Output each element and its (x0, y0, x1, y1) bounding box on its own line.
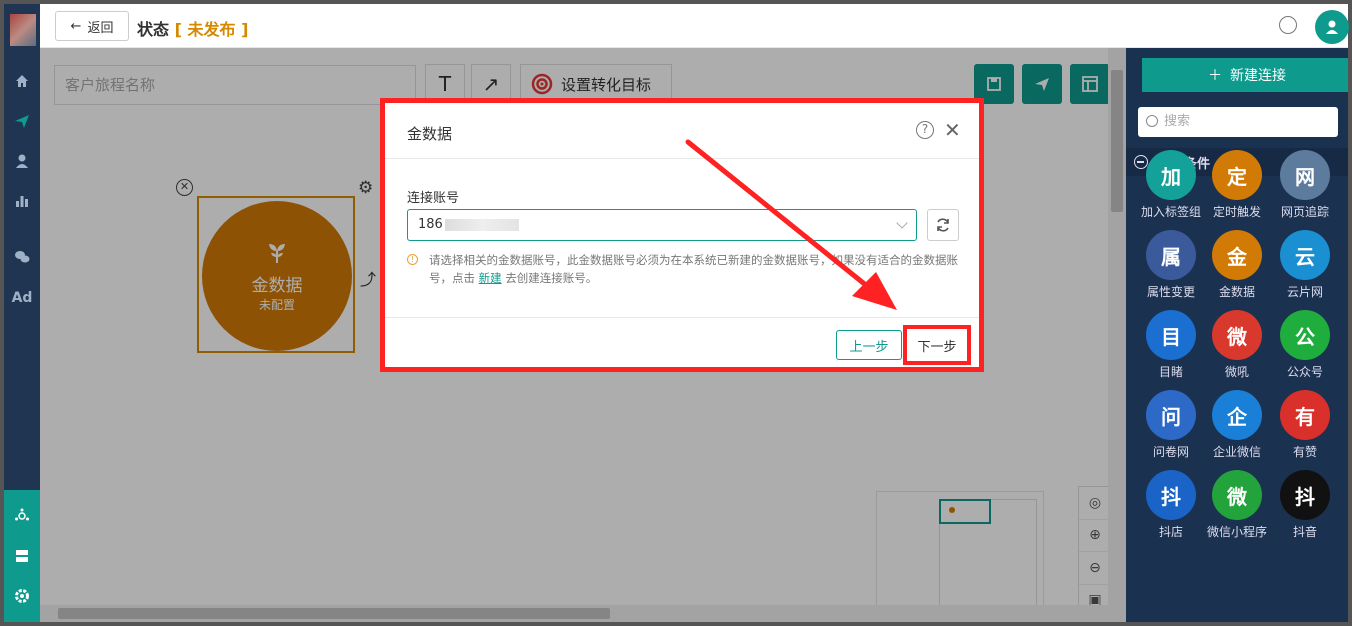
trigger-tile-label: 云片网 (1286, 285, 1323, 299)
prev-step-button[interactable]: 上一步 (836, 330, 902, 360)
trigger-tile-label: 问卷网 (1152, 445, 1189, 459)
top-bar: ← 返回 状态 [ 未发布 ] (40, 4, 1349, 48)
account-tip: ! 请选择相关的金数据账号，此金数据账号必须为在本系统已新建的金数据账号，如果没… (407, 251, 967, 287)
send-icon[interactable] (4, 106, 40, 136)
next-step-button[interactable]: 下一步 (911, 333, 963, 357)
edit-icon: 属 (1146, 230, 1196, 280)
trigger-tile-label: 抖音 (1292, 525, 1317, 539)
user-plus-icon: 加 (1146, 150, 1196, 200)
back-button[interactable]: ← 返回 (55, 11, 129, 41)
left-nav: Ad (4, 4, 40, 622)
clock-icon: 定 (1212, 150, 1262, 200)
account-value-redacted (444, 218, 519, 231)
trigger-tile-label: 属性变更 (1146, 285, 1195, 299)
page-title: 状态 [ 未发布 ] (137, 16, 248, 40)
new-connection-label: 新建连接 (1230, 68, 1286, 84)
trigger-tile[interactable]: 微微吼 (1202, 310, 1272, 380)
trigger-tile[interactable]: 目目睹 (1136, 310, 1206, 380)
search-icon (1146, 115, 1158, 127)
account-select[interactable]: 186 (407, 209, 917, 241)
wecom-icon: 企 (1212, 390, 1262, 440)
trigger-tile[interactable]: 金金数据 (1202, 230, 1272, 300)
trigger-tile[interactable]: 定定时触发 (1202, 150, 1272, 220)
trigger-tile-label: 企业微信 (1212, 445, 1261, 459)
weihou-icon: 微 (1212, 310, 1262, 360)
trigger-tile-label: 微信小程序 (1206, 525, 1267, 539)
create-link[interactable]: 新建 (479, 271, 502, 285)
trigger-tile-label: 公众号 (1286, 365, 1323, 379)
trigger-tile-label: 目睹 (1158, 365, 1183, 379)
jinshuju-dialog: 金数据 ? ✕ 连接账号 186 ! 请选择相关的金数据账号，此金数据账号必须为… (385, 103, 979, 367)
page-title-text: 状态 (137, 20, 170, 39)
left-nav-bottom (4, 490, 40, 622)
trigger-tile-label: 金数据 (1218, 285, 1255, 299)
yunpian-icon: 云 (1280, 230, 1330, 280)
trigger-tile[interactable]: 加加入标签组 (1136, 150, 1206, 220)
trigger-tile[interactable]: 抖抖店 (1136, 470, 1206, 540)
wechat-nav-icon[interactable] (4, 242, 40, 272)
help-icon[interactable]: ? (916, 121, 934, 139)
app-logo (10, 14, 36, 46)
trigger-tile-label: 加入标签组 (1140, 205, 1201, 219)
trigger-tile-label: 网页追踪 (1280, 205, 1329, 219)
status-text: 未发布 (187, 20, 236, 39)
trigger-tile[interactable]: 网网页追踪 (1270, 150, 1340, 220)
trigger-tile-label: 有赞 (1292, 445, 1317, 459)
refresh-button[interactable] (927, 209, 959, 241)
home-icon[interactable] (4, 66, 40, 96)
tip-suffix: 去创建连接账号。 (505, 271, 598, 285)
account-label: 连接账号 (407, 191, 460, 206)
trigger-tile-label: 抖店 (1158, 525, 1183, 539)
dialog-header: 金数据 ? ✕ (385, 103, 979, 159)
trigger-tile[interactable]: 抖抖音 (1270, 470, 1340, 540)
user-icon[interactable] (4, 146, 40, 176)
refresh-icon (937, 218, 949, 232)
miniprogram-icon: 微 (1212, 470, 1262, 520)
modal-highlight-box: 金数据 ? ✕ 连接账号 186 ! 请选择相关的金数据账号，此金数据账号必须为… (380, 98, 984, 372)
trigger-tile[interactable]: 问问卷网 (1136, 390, 1206, 460)
trigger-tile[interactable]: 企企业微信 (1202, 390, 1272, 460)
search-input[interactable]: 搜索 (1138, 107, 1338, 137)
trigger-tile[interactable]: 有有赞 (1270, 390, 1340, 460)
play-icon: 目 (1146, 310, 1196, 360)
jinshuju-icon: 金 (1212, 230, 1262, 280)
status-badge: [ 未发布 ] (174, 20, 249, 39)
avatar[interactable] (1315, 10, 1349, 44)
search-placeholder: 搜索 (1164, 114, 1191, 129)
info-icon: ! (407, 254, 418, 265)
plus-icon: ＋ (1208, 68, 1222, 84)
trigger-tile[interactable]: 微微信小程序 (1202, 470, 1272, 540)
trigger-tile[interactable]: 云云片网 (1270, 230, 1340, 300)
chart-icon[interactable] (4, 186, 40, 216)
account-value: 186 (418, 217, 443, 232)
ad-nav-item[interactable]: Ad (4, 283, 40, 313)
douyin-icon: 抖 (1280, 470, 1330, 520)
new-connection-button[interactable]: ＋ 新建连接 (1142, 58, 1348, 92)
right-panel: ＋ 新建连接 搜索 触发条件 加加入标签组定定时触发网网页追踪属属性变更金金数据… (1126, 48, 1348, 622)
trigger-tile[interactable]: 属属性变更 (1136, 230, 1206, 300)
doudian-icon: 抖 (1146, 470, 1196, 520)
trigger-tile-label: 定时触发 (1212, 205, 1261, 219)
server-icon[interactable] (4, 541, 40, 571)
webpage-icon: 网 (1280, 150, 1330, 200)
next-step-highlight: 下一步 (903, 325, 971, 365)
wechat-icon: 公 (1280, 310, 1330, 360)
close-icon[interactable]: ✕ (944, 118, 961, 142)
dialog-footer: 上一步 下一步 (385, 317, 979, 367)
message-icon[interactable] (1279, 16, 1297, 34)
dialog-title: 金数据 (407, 125, 453, 143)
chevron-down-icon (896, 217, 908, 229)
youzan-icon: 有 (1280, 390, 1330, 440)
trigger-tile-label: 微吼 (1224, 365, 1249, 379)
arrow-left-icon: ← (70, 18, 82, 34)
settings-icon[interactable] (4, 581, 40, 611)
wenjuan-icon: 问 (1146, 390, 1196, 440)
network-icon[interactable] (4, 501, 40, 531)
back-label: 返回 (87, 20, 114, 36)
trigger-tile[interactable]: 公公众号 (1270, 310, 1340, 380)
